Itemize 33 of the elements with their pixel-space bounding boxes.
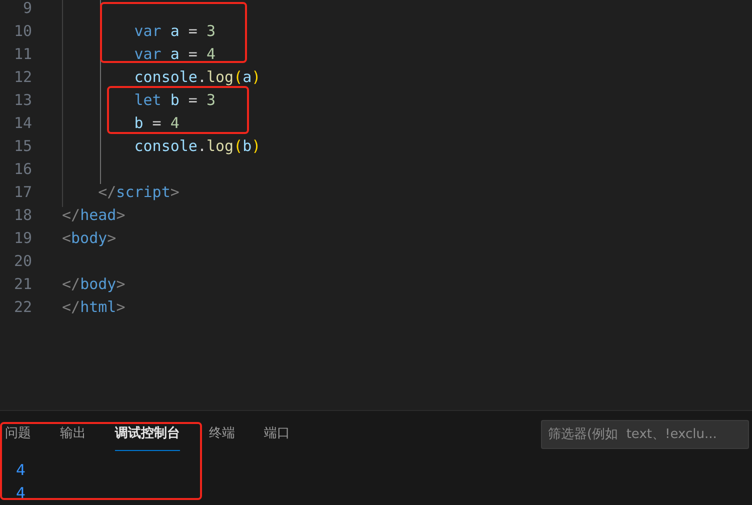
line-number: 15 <box>12 136 32 157</box>
code-line: b = 4 <box>134 113 180 134</box>
line-number: 21 <box>12 274 32 295</box>
line-number: 20 <box>12 251 32 272</box>
code-line: </html> <box>62 297 126 318</box>
code-line: console.log(b) <box>134 136 261 157</box>
code-line: </script> <box>98 182 180 203</box>
code-line: let b = 3 <box>134 90 216 111</box>
panel-tab[interactable]: 问题 <box>5 418 31 451</box>
line-number: 14 <box>12 113 32 134</box>
line-number: 11 <box>12 44 32 65</box>
code-line: <body> <box>62 228 116 249</box>
panel-tab[interactable]: 输出 <box>60 418 86 451</box>
console-output: 4 <box>16 460 26 481</box>
code-line: var a = 4 <box>134 44 216 65</box>
line-number: 12 <box>12 67 32 88</box>
line-number: 19 <box>12 228 32 249</box>
line-number: 18 <box>12 205 32 226</box>
line-number: 13 <box>12 90 32 111</box>
line-number: 10 <box>12 21 32 42</box>
line-number: 9 <box>22 0 32 19</box>
panel-tab[interactable]: 端口 <box>264 418 290 451</box>
filter-field[interactable]: 筛选器(例如 text、!exclu... <box>541 420 749 449</box>
line-number: 17 <box>12 182 32 203</box>
panel-tab[interactable]: 调试控制台 <box>115 418 180 451</box>
console-output: 4 <box>16 483 26 504</box>
line-number: 22 <box>12 297 32 318</box>
panel-tab[interactable]: 终端 <box>209 418 235 451</box>
line-number: 16 <box>12 159 32 180</box>
code-line: console.log(a) <box>134 67 261 88</box>
code-line: var a = 3 <box>134 21 216 42</box>
code-line: </head> <box>62 205 126 226</box>
code-line: </body> <box>62 274 126 295</box>
